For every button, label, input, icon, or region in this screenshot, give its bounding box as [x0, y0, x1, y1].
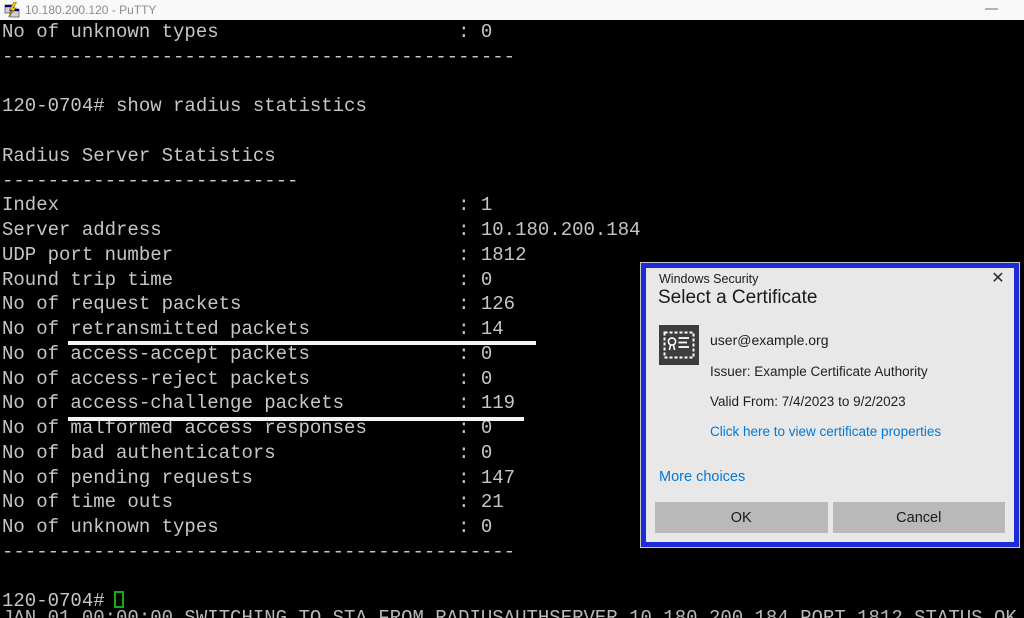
ok-button[interactable]: OK	[655, 502, 828, 533]
minimize-icon[interactable]	[985, 8, 998, 10]
more-choices-link[interactable]: More choices	[659, 469, 745, 485]
terminal-line: Server address : 10.180.200.184	[2, 219, 641, 241]
annotation-underline-access-challenge	[68, 417, 524, 421]
terminal-line: 120-0704# show radius statistics	[2, 95, 367, 118]
close-icon[interactable]: ✕	[987, 268, 1009, 290]
dialog-title: Select a Certificate	[658, 287, 818, 308]
dialog-button-row: OK Cancel	[655, 502, 1005, 533]
certificate-subject: user@example.org	[710, 332, 829, 348]
terminal-cursor	[114, 591, 124, 608]
annotation-underline-retransmitted	[68, 341, 536, 345]
putty-app-icon	[4, 2, 20, 18]
terminal-clipped-line: JAN 01 00:00:00 SWITCHING TO STA FROM RA…	[2, 609, 1024, 618]
terminal-line: Index : 1	[2, 194, 493, 217]
certificate-issuer: Issuer: Example Certificate Authority	[710, 364, 928, 379]
windows-security-dialog: Windows Security ✕ Select a Certificate …	[641, 263, 1019, 547]
certificate-validity: Valid From: 7/4/2023 to 9/2/2023	[710, 394, 906, 409]
terminal-line: ----------------------------------------…	[2, 45, 516, 68]
putty-titlebar: 10.180.200.120 - PuTTY	[0, 0, 1024, 20]
terminal-line: No of unknown types : 0	[2, 21, 493, 43]
certificate-properties-link[interactable]: Click here to view certificate propertie…	[710, 424, 941, 439]
cancel-button[interactable]: Cancel	[832, 502, 1005, 533]
certificate-icon	[659, 325, 699, 365]
terminal-line: --------------------------	[2, 169, 299, 192]
window-title: 10.180.200.120 - PuTTY	[25, 3, 157, 17]
terminal-line: Radius Server Statistics	[2, 144, 276, 167]
dialog-header: Windows Security	[659, 272, 759, 286]
